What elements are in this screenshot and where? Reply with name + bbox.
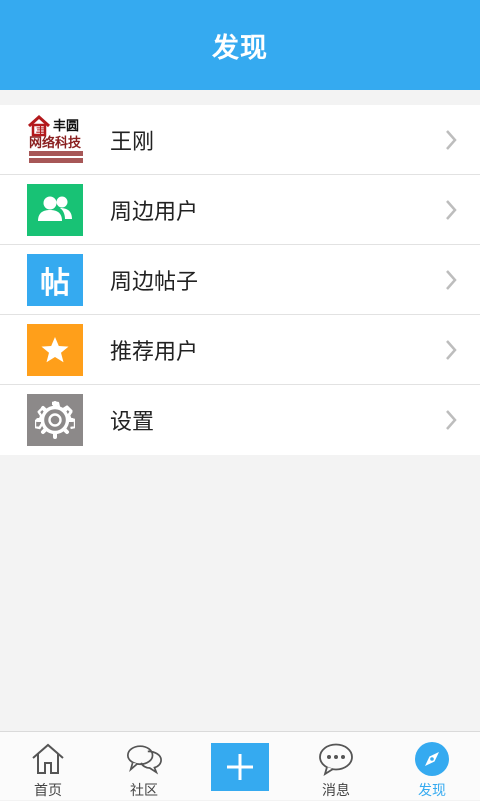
star-icon: [27, 324, 83, 376]
message-icon: [317, 741, 355, 777]
tab-discover[interactable]: 发现: [396, 732, 468, 801]
gear-icon: [27, 394, 83, 446]
bottom-tab-bar: 首页 社区 消息 发现: [0, 731, 480, 800]
list-item-settings[interactable]: 设置: [0, 385, 480, 455]
chevron-right-icon: [446, 270, 457, 290]
top-app-bar: 发现: [0, 0, 480, 90]
post-icon-glyph: 帖: [40, 266, 70, 301]
discover-list: 丰 丰圆 网络科技 王刚 周边用户 帖 周边帖子 推荐用户 设置: [0, 105, 480, 455]
list-item-label: 周边帖子: [110, 269, 199, 295]
list-item-label: 设置: [110, 410, 155, 435]
users-icon: [27, 184, 83, 236]
list-item-label: 周边用户: [110, 199, 199, 225]
compose-button[interactable]: [211, 743, 269, 791]
tab-messages[interactable]: 消息: [300, 732, 372, 801]
logo-text-1: 丰圆: [53, 118, 79, 134]
tab-home[interactable]: 首页: [12, 732, 84, 801]
list-item-nearby-users[interactable]: 周边用户: [0, 175, 480, 245]
page-title: 发现: [212, 32, 268, 64]
chevron-right-icon: [446, 410, 457, 430]
post-icon: 帖: [27, 254, 83, 306]
list-item-label: 王刚: [110, 129, 155, 155]
chevron-right-icon: [446, 340, 457, 360]
list-item-nearby-posts[interactable]: 帖 周边帖子: [0, 245, 480, 315]
plus-icon: [227, 754, 253, 780]
tab-community[interactable]: 社区: [108, 732, 180, 801]
list-item-profile[interactable]: 丰 丰圆 网络科技 王刚: [0, 105, 480, 175]
home-icon: [29, 741, 67, 777]
tab-label: 首页: [34, 783, 62, 799]
tab-label: 社区: [130, 783, 158, 799]
tab-label: 发现: [418, 783, 446, 799]
list-item-label: 推荐用户: [110, 339, 199, 365]
tab-label: 消息: [322, 783, 350, 799]
chevron-right-icon: [446, 200, 457, 220]
compass-icon: [413, 741, 451, 777]
chat-bubbles-icon: [125, 741, 163, 777]
chevron-right-icon: [446, 130, 457, 150]
brand-logo-icon: 丰 丰圆 网络科技: [27, 114, 83, 166]
list-item-recommended-users[interactable]: 推荐用户: [0, 315, 480, 385]
logo-text-2: 网络科技: [29, 135, 82, 151]
